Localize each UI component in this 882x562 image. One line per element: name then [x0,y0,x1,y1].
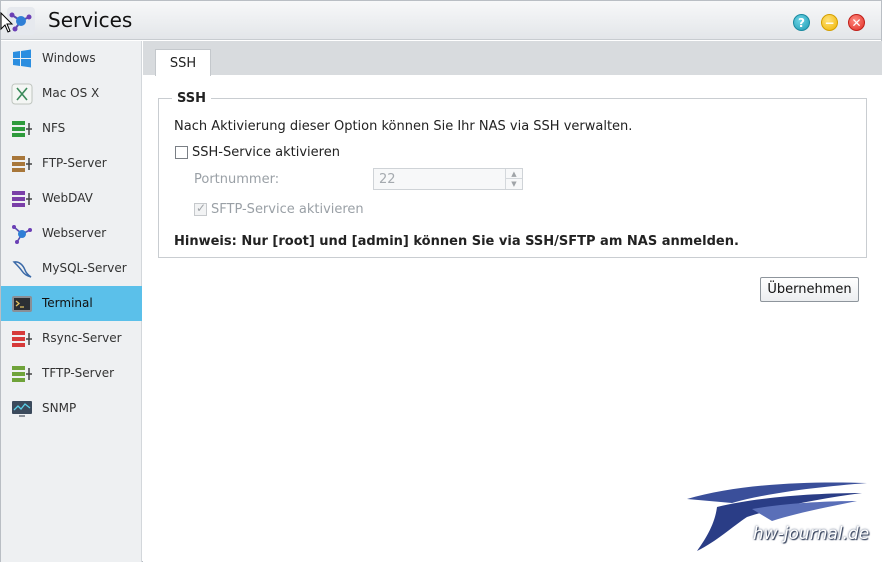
ssh-group: SSH Nach Aktivierung dieser Option könne… [158,91,867,258]
ssh-service-label[interactable]: SSH-Service aktivieren [192,145,340,160]
ssh-hint: Hinweis: Nur [root] und [admin] können S… [174,234,739,249]
webserver-icon [12,225,32,244]
sidebar-item-label: Mac OS X [42,86,100,100]
sidebar-item-ftp-server[interactable]: FTP-Server [1,146,142,181]
sidebar-item-label: NFS [42,121,66,135]
sidebar-item-mac-os-x[interactable]: Mac OS X [1,76,142,111]
port-label: Portnummer: [194,172,280,187]
mysql-dolphin-icon [12,261,32,278]
tab-ssh[interactable]: SSH [155,49,211,76]
port-number-stepper[interactable]: 22 ▲ ▼ [373,168,523,190]
minimize-button[interactable]: − [821,14,838,31]
checkmark-icon: ✓ [196,201,207,215]
apply-button[interactable]: Übernehmen [760,277,859,302]
sidebar-item-label: Webserver [42,226,107,240]
terminal-icon [12,296,32,312]
sidebar-item-mysql-server[interactable]: MySQL-Server [1,251,142,286]
webdav-icon [12,191,32,207]
sidebar-item-label: SNMP [42,401,77,415]
sidebar-item-label: TFTP-Server [42,366,115,380]
mac-finder-icon [11,83,33,105]
services-window: Services ? − ✕ Windows Mac OS X NFS FTP-… [0,0,882,562]
sidebar-item-rsync-server[interactable]: Rsync-Server [1,321,142,356]
ftp-server-icon [12,156,32,172]
help-button[interactable]: ? [793,14,810,31]
mouse-cursor-icon [0,12,14,33]
title-bar[interactable]: Services ? − ✕ [1,1,881,40]
chevron-up-icon[interactable]: ▲ [505,169,522,179]
sidebar-item-label: FTP-Server [42,156,107,170]
sftp-service-label[interactable]: SFTP-Service aktivieren [211,202,364,217]
sidebar-item-label: MySQL-Server [42,261,127,275]
sidebar-item-terminal[interactable]: Terminal [1,286,142,321]
windows-icon [13,49,31,68]
snmp-icon [12,401,32,417]
sftp-service-checkbox[interactable]: ✓ [194,201,207,216]
sidebar-item-label: WebDAV [42,191,93,205]
sidebar-item-webserver[interactable]: Webserver [1,216,142,251]
rsync-server-icon [12,331,32,347]
sidebar-item-label: Windows [42,51,96,65]
tab-strip: SSH [143,41,882,76]
ssh-service-checkbox[interactable] [175,146,188,159]
window-title: Services [48,8,133,32]
ssh-group-legend: SSH [172,91,212,106]
port-number-value: 22 [379,172,396,187]
watermark-text: hw-journal.de [753,524,870,544]
chevron-down-icon[interactable]: ▼ [505,179,522,189]
sidebar: Windows Mac OS X NFS FTP-Server WebDAV W… [1,41,142,562]
ssh-description: Nach Aktivierung dieser Option können Si… [174,119,633,134]
sidebar-item-label: Rsync-Server [42,331,122,345]
sidebar-item-windows[interactable]: Windows [1,41,142,76]
sidebar-item-webdav[interactable]: WebDAV [1,181,142,216]
nfs-icon [12,121,32,137]
close-button[interactable]: ✕ [848,14,865,31]
main-content: SSH SSH Nach Aktivierung dieser Option k… [143,41,882,562]
tftp-server-icon [12,366,32,382]
sidebar-item-snmp[interactable]: SNMP [1,391,142,426]
sidebar-item-label: Terminal [42,296,93,310]
sidebar-item-tftp-server[interactable]: TFTP-Server [1,356,142,391]
sidebar-item-nfs[interactable]: NFS [1,111,142,146]
